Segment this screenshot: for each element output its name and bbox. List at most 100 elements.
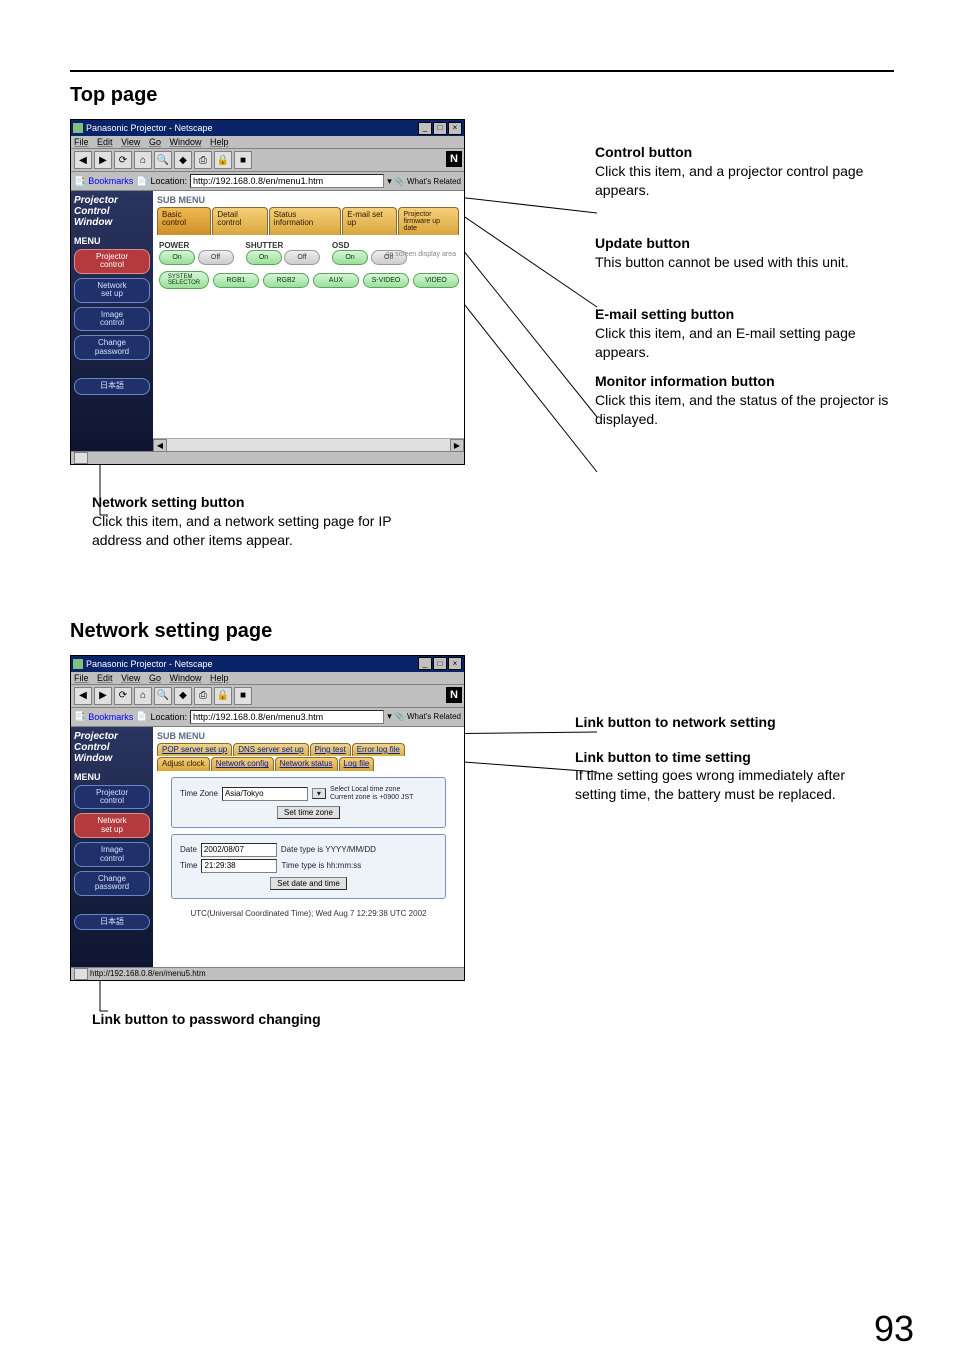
input-rgb1-button[interactable]: RGB1 [213, 273, 259, 288]
menu-help[interactable]: Help [210, 673, 229, 683]
sidebar-item-network-setup[interactable]: Network set up [74, 278, 150, 303]
window-title: Panasonic Projector - Netscape [86, 123, 418, 133]
print-icon[interactable]: ⎙ [194, 151, 212, 169]
close-button[interactable]: × [448, 657, 462, 670]
sidebar-item-change-password[interactable]: Change password [74, 335, 150, 360]
power-off-button[interactable]: Off [198, 250, 234, 265]
osd-on-button[interactable]: On [332, 250, 368, 265]
scroll-right-icon[interactable]: ▶ [450, 439, 464, 452]
window-titlebar: Panasonic Projector - Netscape _ □ × [71, 120, 464, 136]
guide-icon[interactable]: ◆ [174, 151, 192, 169]
search-icon[interactable]: 🔍 [154, 151, 172, 169]
security-icon[interactable]: 🔒 [214, 687, 232, 705]
menubar[interactable]: File Edit View Go Window Help [71, 672, 464, 685]
home-icon[interactable]: ⌂ [134, 687, 152, 705]
bookmarks-label[interactable]: Bookmarks [88, 712, 133, 722]
tab-email-setup[interactable]: E-mail set up [342, 207, 397, 235]
projector-logo: Projector Control Window [74, 731, 150, 764]
date-input[interactable] [201, 843, 277, 857]
tab-adjust-clock[interactable]: Adjust clock [157, 757, 210, 771]
shutter-on-button[interactable]: On [246, 250, 282, 265]
scroll-left-icon[interactable]: ◀ [153, 439, 167, 452]
menu-edit[interactable]: Edit [97, 673, 113, 683]
time-input[interactable] [201, 859, 277, 873]
maximize-button[interactable]: □ [433, 657, 447, 670]
tab-firmware-update[interactable]: Projector firmware up date [398, 207, 459, 235]
tab-network-status[interactable]: Network status [275, 757, 338, 771]
location-label: Location: [150, 712, 187, 722]
tab-pop-server-setup[interactable]: POP server set up [157, 743, 232, 757]
sidebar-item-japanese[interactable]: 日本語 [74, 378, 150, 394]
menubar[interactable]: File Edit View Go Window Help [71, 136, 464, 149]
menu-edit[interactable]: Edit [97, 137, 113, 147]
input-rgb2-button[interactable]: RGB2 [263, 273, 309, 288]
callout-control-button: Control button Click this item, and a pr… [595, 143, 894, 200]
reload-icon[interactable]: ⟳ [114, 687, 132, 705]
section-title-network-setting-page: Network setting page [70, 620, 894, 643]
tab-network-config[interactable]: Network config [211, 757, 274, 771]
whats-related[interactable]: 📎 What's Related [395, 177, 461, 186]
tab-basic-control[interactable]: Basic control [157, 207, 211, 235]
menu-help[interactable]: Help [210, 137, 229, 147]
system-selector-button[interactable]: SYSTEM SELECTOR [159, 271, 209, 289]
whats-related[interactable]: 📎 What's Related [395, 712, 461, 721]
location-input[interactable] [190, 710, 384, 724]
shutter-off-button[interactable]: Off [284, 250, 320, 265]
bookmarks-icon[interactable]: 📑 [74, 711, 85, 722]
maximize-button[interactable]: □ [433, 122, 447, 135]
sidebar-item-japanese[interactable]: 日本語 [74, 914, 150, 930]
minimize-button[interactable]: _ [418, 657, 432, 670]
sidebar-item-change-password[interactable]: Change password [74, 871, 150, 896]
sidebar-item-image-control[interactable]: Image control [74, 307, 150, 332]
close-button[interactable]: × [448, 122, 462, 135]
tab-error-log-file[interactable]: Error log file [352, 743, 405, 757]
bookmarks-icon[interactable]: 📑 [74, 176, 85, 187]
security-icon[interactable]: 🔒 [214, 151, 232, 169]
minimize-button[interactable]: _ [418, 122, 432, 135]
tab-ping-test[interactable]: Ping test [310, 743, 351, 757]
input-video-button[interactable]: VIDEO [413, 273, 459, 288]
timezone-dropdown-icon[interactable]: ▾ [312, 788, 326, 799]
menu-go[interactable]: Go [149, 137, 161, 147]
menu-view[interactable]: View [121, 673, 140, 683]
dropdown-icon[interactable]: ▾ [387, 711, 392, 722]
status-lock-icon [74, 452, 88, 464]
sidebar-item-image-control[interactable]: Image control [74, 842, 150, 867]
bookmarks-label[interactable]: Bookmarks [88, 176, 133, 186]
set-date-time-button[interactable]: Set date and time [270, 877, 347, 890]
tab-detail-control[interactable]: Detail control [212, 207, 267, 235]
stop-icon[interactable]: ■ [234, 687, 252, 705]
set-time-zone-button[interactable]: Set time zone [277, 806, 340, 819]
tab-log-file[interactable]: Log file [339, 757, 375, 771]
home-icon[interactable]: ⌂ [134, 151, 152, 169]
location-icon: 📄 [136, 711, 147, 722]
horizontal-scrollbar[interactable]: ◀ ▶ [153, 438, 464, 451]
menu-window[interactable]: Window [169, 673, 201, 683]
timezone-input[interactable] [222, 787, 308, 801]
tab-status-information[interactable]: Status information [269, 207, 342, 235]
forward-icon[interactable]: ▶ [94, 151, 112, 169]
sidebar-item-projector-control[interactable]: Projector control [74, 249, 150, 274]
sidebar-item-network-setup[interactable]: Network set up [74, 813, 150, 838]
stop-icon[interactable]: ■ [234, 151, 252, 169]
back-icon[interactable]: ◀ [74, 151, 92, 169]
reload-icon[interactable]: ⟳ [114, 151, 132, 169]
tab-dns-server-setup[interactable]: DNS server set up [233, 743, 308, 757]
back-icon[interactable]: ◀ [74, 687, 92, 705]
menu-view[interactable]: View [121, 137, 140, 147]
menu-file[interactable]: File [74, 673, 89, 683]
search-icon[interactable]: 🔍 [154, 687, 172, 705]
dropdown-icon[interactable]: ▾ [387, 176, 392, 187]
menu-file[interactable]: File [74, 137, 89, 147]
menu-window[interactable]: Window [169, 137, 201, 147]
sidebar-item-projector-control[interactable]: Projector control [74, 785, 150, 810]
projector-logo: Projector Control Window [74, 195, 150, 228]
forward-icon[interactable]: ▶ [94, 687, 112, 705]
guide-icon[interactable]: ◆ [174, 687, 192, 705]
menu-go[interactable]: Go [149, 673, 161, 683]
power-on-button[interactable]: On [159, 250, 195, 265]
input-aux-button[interactable]: AUX [313, 273, 359, 288]
input-svideo-button[interactable]: S-VIDEO [363, 273, 409, 288]
location-input[interactable] [190, 174, 384, 188]
print-icon[interactable]: ⎙ [194, 687, 212, 705]
